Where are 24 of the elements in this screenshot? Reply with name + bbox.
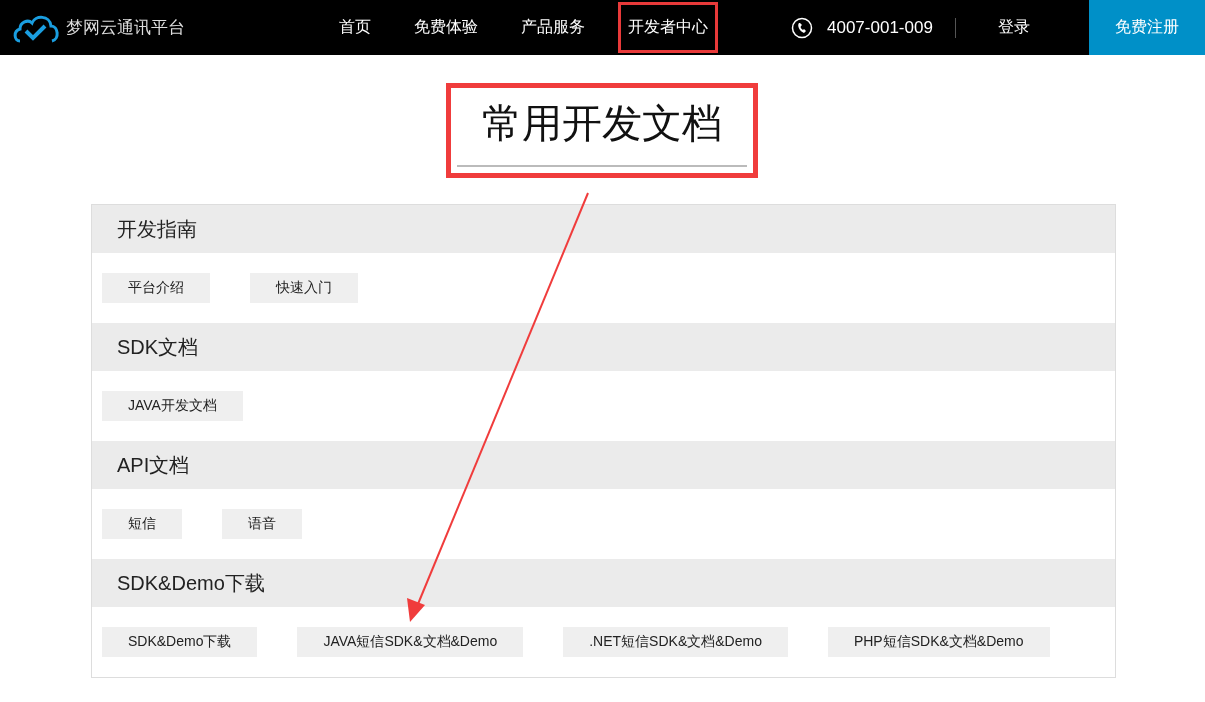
nav-link[interactable]: 免费体验 <box>404 2 488 53</box>
phone-icon <box>791 16 813 39</box>
doc-link-button[interactable]: .NET短信SDK&文档&Demo <box>563 627 788 657</box>
section-title: 开发指南 <box>117 216 197 242</box>
nav-link[interactable]: 开发者中心 <box>618 2 718 53</box>
nav-link[interactable]: 产品服务 <box>511 2 595 53</box>
register-button[interactable]: 免费注册 <box>1089 0 1205 55</box>
nav-link[interactable]: 首页 <box>329 2 381 53</box>
section-title: SDK文档 <box>117 334 199 360</box>
page-title-text: 常用开发文档 <box>457 96 747 167</box>
logo-text: 梦网云通讯平台 <box>66 17 185 39</box>
section-title: API文档 <box>117 452 190 478</box>
doc-link-button[interactable]: SDK&Demo下载 <box>102 627 258 657</box>
doc-link-button[interactable]: 快速入门 <box>250 273 358 303</box>
section-title: SDK&Demo下载 <box>117 570 265 596</box>
phone-number: 4007-001-009 <box>827 17 933 38</box>
doc-link-button[interactable]: 平台介绍 <box>102 273 210 303</box>
doc-link-button[interactable]: JAVA开发文档 <box>102 391 243 421</box>
logo-link[interactable]: 梦网云通讯平台 <box>12 12 312 43</box>
login-link[interactable]: 登录 <box>997 17 1030 38</box>
doc-link-button[interactable]: PHP短信SDK&文档&Demo <box>827 627 1050 657</box>
doc-link-button[interactable]: JAVA短信SDK&文档&Demo <box>297 627 524 657</box>
doc-link-button[interactable]: 短信 <box>102 509 182 539</box>
doc-link-button[interactable]: 语音 <box>222 509 302 539</box>
